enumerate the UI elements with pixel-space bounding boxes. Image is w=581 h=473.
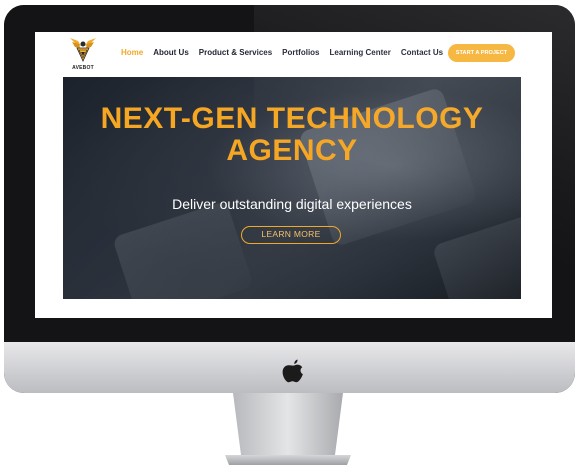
site-logo[interactable]: AVEBOT xyxy=(68,35,98,73)
start-project-button[interactable]: START A PROJECT xyxy=(448,44,515,62)
nav-item-portfolios[interactable]: Portfolios xyxy=(282,47,319,59)
imac-monitor: AVEBOT Home About Us Product & Services … xyxy=(4,5,575,393)
nav-item-home[interactable]: Home xyxy=(121,47,143,59)
nav-item-about-us[interactable]: About Us xyxy=(153,47,189,59)
hero-title: NEXT-GEN TECHNOLOGY AGENCY xyxy=(63,103,521,167)
apple-logo-icon xyxy=(282,359,303,383)
nav-item-learning-center[interactable]: Learning Center xyxy=(330,47,391,59)
nav-item-contact-us[interactable]: Contact Us xyxy=(401,47,443,59)
keyboard-key-image xyxy=(431,212,521,299)
nav-item-product-services[interactable]: Product & Services xyxy=(199,47,272,59)
keyboard-key-image xyxy=(112,200,254,299)
site-navbar: AVEBOT Home About Us Product & Services … xyxy=(35,32,552,74)
hero-subtitle: Deliver outstanding digital experiences xyxy=(172,196,412,212)
hero-title-line-1: NEXT-GEN TECHNOLOGY xyxy=(100,102,484,135)
monitor-stand xyxy=(225,393,351,465)
logo-text: AVEBOT xyxy=(72,65,94,71)
nav-links: Home About Us Product & Services Portfol… xyxy=(121,47,443,59)
hero-banner: NEXT-GEN TECHNOLOGY AGENCY Deliver outst… xyxy=(63,77,521,299)
eagle-logo-icon xyxy=(70,38,96,62)
hero-title-line-2: AGENCY xyxy=(226,134,358,167)
learn-more-button[interactable]: LEARN MORE xyxy=(241,226,341,244)
website-screen: AVEBOT Home About Us Product & Services … xyxy=(35,32,552,318)
